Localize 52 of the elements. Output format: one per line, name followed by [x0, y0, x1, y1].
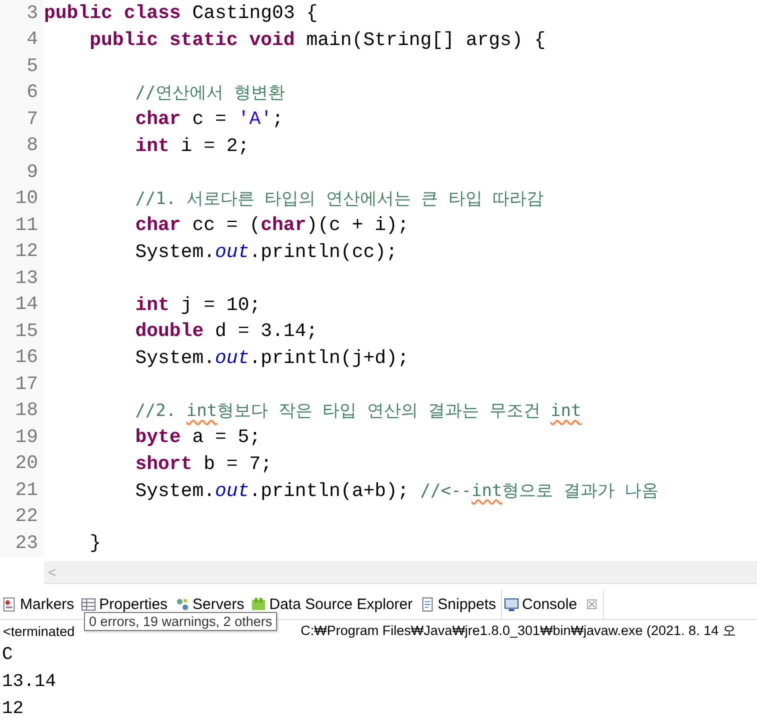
line-number: 6 — [0, 79, 44, 106]
view-tab[interactable]: Snippets — [418, 590, 502, 620]
line-number: 19 — [0, 424, 44, 451]
table-icon — [81, 597, 96, 612]
code-line: int j = 10; — [135, 294, 261, 316]
code-line: public class Casting03 { — [44, 2, 318, 24]
line-number: 7 — [0, 106, 44, 133]
servers-icon — [174, 597, 190, 612]
status-text: C:₩Program Files₩Java₩jre1.8.0_301₩bin₩javaw.exe (2021. 8. 14 오 — [300, 622, 736, 640]
code-line: //2. int형보다 작은 타입 연산의 결과는 무조건 int — [135, 400, 582, 422]
line-number: 23 — [0, 530, 44, 557]
database-icon — [251, 597, 266, 612]
line-number: 4 — [0, 26, 44, 54]
line-number: 21 — [0, 476, 44, 504]
view-tab[interactable]: Console ☒ — [501, 590, 604, 620]
line-number: 22 — [0, 503, 44, 530]
console-output-line: 13.14 — [2, 671, 58, 694]
line-number: 9 — [0, 158, 44, 186]
monitor-icon — [504, 597, 520, 612]
status-text: <terminated — [3, 624, 75, 639]
code-line: byte a = 5; — [135, 426, 261, 448]
line-number: 3 — [0, 0, 44, 27]
code-line: char cc = (char)(c + i); — [135, 214, 409, 236]
code-line: System.out.println(cc); — [135, 240, 398, 263]
view-tab[interactable]: Markers — [0, 590, 80, 620]
code-line: System.out.println(j+d); — [135, 346, 409, 369]
line-number: 17 — [0, 370, 44, 398]
line-number: 20 — [0, 450, 44, 478]
code-line: } — [90, 532, 101, 554]
close-icon[interactable]: ☒ — [586, 597, 598, 612]
line-number: 15 — [0, 318, 44, 345]
line-number: 16 — [0, 344, 44, 372]
line-number: 10 — [0, 185, 44, 212]
console-output-line: C — [2, 644, 14, 668]
code-line: char c = 'A'; — [135, 108, 284, 130]
console-output-line: 12 — [2, 698, 25, 722]
line-number: 18 — [0, 397, 44, 424]
line-number: 13 — [0, 264, 44, 292]
code-line: public static void main(String[] args) { — [90, 28, 546, 51]
code-line: int i = 2; — [135, 134, 250, 157]
code-line: double d = 3.14; — [135, 320, 318, 342]
line-number: 5 — [0, 52, 44, 80]
line-number: 14 — [0, 291, 44, 318]
code-line: //연산에서 형변환 — [135, 82, 285, 104]
line-number: 11 — [0, 212, 44, 239]
code-line: //1. 서로다른 타입의 연산에서는 큰 타입 따라감 — [135, 188, 544, 210]
tooltip: 0 errors, 19 warnings, 2 others — [84, 612, 278, 631]
line-number: 8 — [0, 132, 44, 160]
code-line: System.out.println(a+b); //<--int형으로 결과가 나옴 — [135, 478, 659, 502]
line-number: 12 — [0, 238, 44, 266]
snippets-icon — [420, 597, 435, 612]
code-line: short b = 7; — [135, 452, 272, 475]
